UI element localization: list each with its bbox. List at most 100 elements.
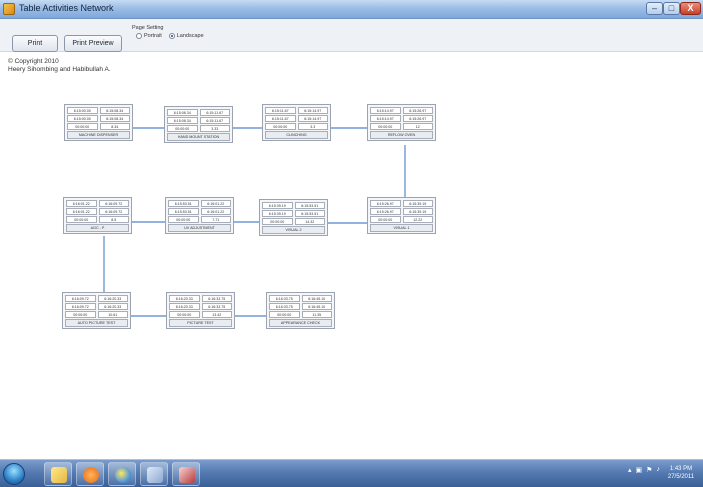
node-cell: 6:15:26.97 [402, 107, 433, 114]
landscape-radio[interactable]: Landscape [168, 33, 204, 39]
node-cell: 6:16:09.72 [65, 295, 96, 302]
node-cell: 6:16:33.75 [201, 295, 232, 302]
node-label: HAND MOUNT STATION [167, 133, 230, 141]
node-cell: 8.34 [99, 123, 130, 130]
clock-time: 1:43 PM [669, 466, 693, 472]
node-cell: 00:00:00 [65, 311, 96, 318]
activity-node-auto-picture-test: 6:16:09.72 6:16:20.33 6:16:09.72 6:16:20.3… [62, 292, 131, 329]
activity-node-reflow-oven: 6:15:14.97 6:15:26.97 6:15:14.97 6:15:26.9… [367, 104, 436, 141]
network-icon[interactable]: ▣ [636, 466, 643, 474]
app-window: Table Activities Network – □ X Print Pri… [0, 0, 703, 487]
node-cell: 3.3 [297, 123, 328, 130]
node-cell: 11.35 [301, 311, 332, 318]
close-button[interactable]: X [680, 2, 701, 15]
node-cell: 6:15:14.97 [297, 107, 328, 114]
print-preview-button[interactable]: Print Preview [64, 35, 122, 52]
node-cell: 3.33 [199, 125, 230, 132]
node-cell: 12.22 [402, 216, 433, 223]
node-cell: 00:00:00 [169, 311, 200, 318]
node-cell: 6:15:39.19 [402, 208, 433, 215]
copyright-line-1: © Copyright 2010 [8, 58, 59, 65]
node-cell: 6:15:11.67 [265, 107, 296, 114]
node-cell: 6:16:20.33 [97, 303, 128, 310]
node-cell: 6:15:14.97 [370, 115, 401, 122]
node-cell: 7.71 [200, 216, 231, 223]
node-label: AUTO PICTURE TEST [65, 319, 128, 327]
node-cell: 6:15:39.19 [262, 210, 293, 217]
node-cell: 00:00:00 [66, 216, 97, 223]
node-cell: 6:15:26.97 [370, 208, 401, 215]
taskbar-app[interactable] [140, 462, 168, 486]
node-label: AGC - P [66, 224, 129, 232]
node-cell: 6:15:53.51 [168, 200, 199, 207]
node-label: PICTURE TEST [169, 319, 232, 327]
node-cell: 8.5 [98, 216, 129, 223]
taskbar: ▴ ▣ ⚑ ♪ 1:43 PM 27/5/2011 [0, 459, 703, 487]
node-cell: 00:00:00 [269, 311, 300, 318]
media-player-icon [83, 467, 99, 483]
node-cell: 6:16:20.33 [169, 295, 200, 302]
node-cell: 6:16:20.33 [169, 303, 200, 310]
activity-node-picture-test: 6:16:20.33 6:16:33.75 6:16:20.33 6:16:33.7… [166, 292, 235, 329]
node-cell: 10.61 [97, 311, 128, 318]
node-cell: 6:15:39.19 [402, 200, 433, 207]
taskbar-explorer[interactable] [44, 462, 72, 486]
activity-node-visual-2: 6:15:39.19 6:15:53.51 6:15:39.19 6:15:53.5… [259, 199, 328, 236]
node-cell: 6:15:14.97 [370, 107, 401, 114]
node-cell: 6:15:08.34 [99, 107, 130, 114]
system-tray: ▴ ▣ ⚑ ♪ [628, 466, 660, 474]
portrait-radio-dot[interactable] [136, 33, 142, 39]
clock-date: 27/5/2011 [667, 474, 695, 480]
node-cell: 6:15:53.51 [294, 210, 325, 217]
taskbar-viewer[interactable] [172, 462, 200, 486]
toolbar: Print Print Preview Page Setting Portrai… [0, 19, 703, 52]
minimize-button[interactable]: – [646, 2, 663, 15]
activity-node-machine-dispenser: 6:15:00.00 6:15:08.34 6:15:00.00 6:15:08.3… [64, 104, 133, 141]
start-button[interactable] [3, 463, 25, 485]
node-cell: 6:16:01.22 [200, 200, 231, 207]
node-cell: 6:16:33.75 [269, 295, 300, 302]
node-cell: 6:15:08.34 [167, 109, 198, 116]
node-cell: 6:15:11.67 [265, 115, 296, 122]
node-cell: 6:15:26.97 [402, 115, 433, 122]
node-cell: 00:00:00 [370, 123, 401, 130]
node-cell: 6:15:08.34 [99, 115, 130, 122]
node-cell: 6:16:01.22 [200, 208, 231, 215]
node-cell: 6:15:26.97 [370, 200, 401, 207]
taskbar-clock[interactable]: 1:43 PM 27/5/2011 [662, 465, 700, 481]
portrait-radio[interactable]: Portrait [136, 33, 162, 39]
node-label: VISUAL 1 [370, 224, 433, 232]
node-cell: 13.42 [201, 311, 232, 318]
node-label: VISUAL 2 [262, 226, 325, 234]
activity-node-agc-p: 6:16:01.22 6:16:09.72 6:16:01.22 6:16:09.7… [63, 197, 132, 234]
node-cell: 6:15:53.51 [294, 202, 325, 209]
taskbar-internet-explorer[interactable] [108, 462, 136, 486]
print-button[interactable]: Print [12, 35, 58, 52]
node-cell: 6:16:09.72 [98, 208, 129, 215]
app-icon [3, 3, 15, 15]
portrait-label: Portrait [144, 33, 162, 39]
taskbar-media-player[interactable] [76, 462, 104, 486]
landscape-radio-dot[interactable] [168, 33, 175, 39]
node-cell: 6:16:01.22 [66, 200, 97, 207]
flag-icon[interactable]: ⚑ [646, 466, 652, 474]
node-label: APPEARANCE CHECK [269, 319, 332, 327]
internet-explorer-icon [115, 467, 131, 483]
node-cell: 00:00:00 [265, 123, 296, 130]
activity-node-hand-mount-station: 6:15:08.34 6:15:11.67 6:15:08.34 6:15:11.6… [164, 106, 233, 143]
maximize-button[interactable]: □ [663, 2, 680, 15]
volume-icon[interactable]: ♪ [656, 466, 660, 474]
node-cell: 6:16:09.72 [65, 303, 96, 310]
landscape-label: Landscape [176, 33, 204, 39]
node-cell: 6:16:01.22 [66, 208, 97, 215]
node-cell: 6:15:11.67 [199, 109, 230, 116]
node-label: REFLOW OVEN [370, 131, 433, 139]
node-cell: 6:16:09.72 [98, 200, 129, 207]
node-cell: 6:16:20.33 [97, 295, 128, 302]
node-cell: 6:15:00.00 [67, 115, 98, 122]
node-cell: 00:00:00 [67, 123, 98, 130]
show-hidden-icons-icon[interactable]: ▴ [628, 466, 632, 474]
page-setting-label: Page Setting [132, 25, 164, 31]
copyright-notice: © Copyright 2010 Heery Sihombing and Hab… [8, 58, 111, 74]
folder-icon [51, 467, 67, 483]
